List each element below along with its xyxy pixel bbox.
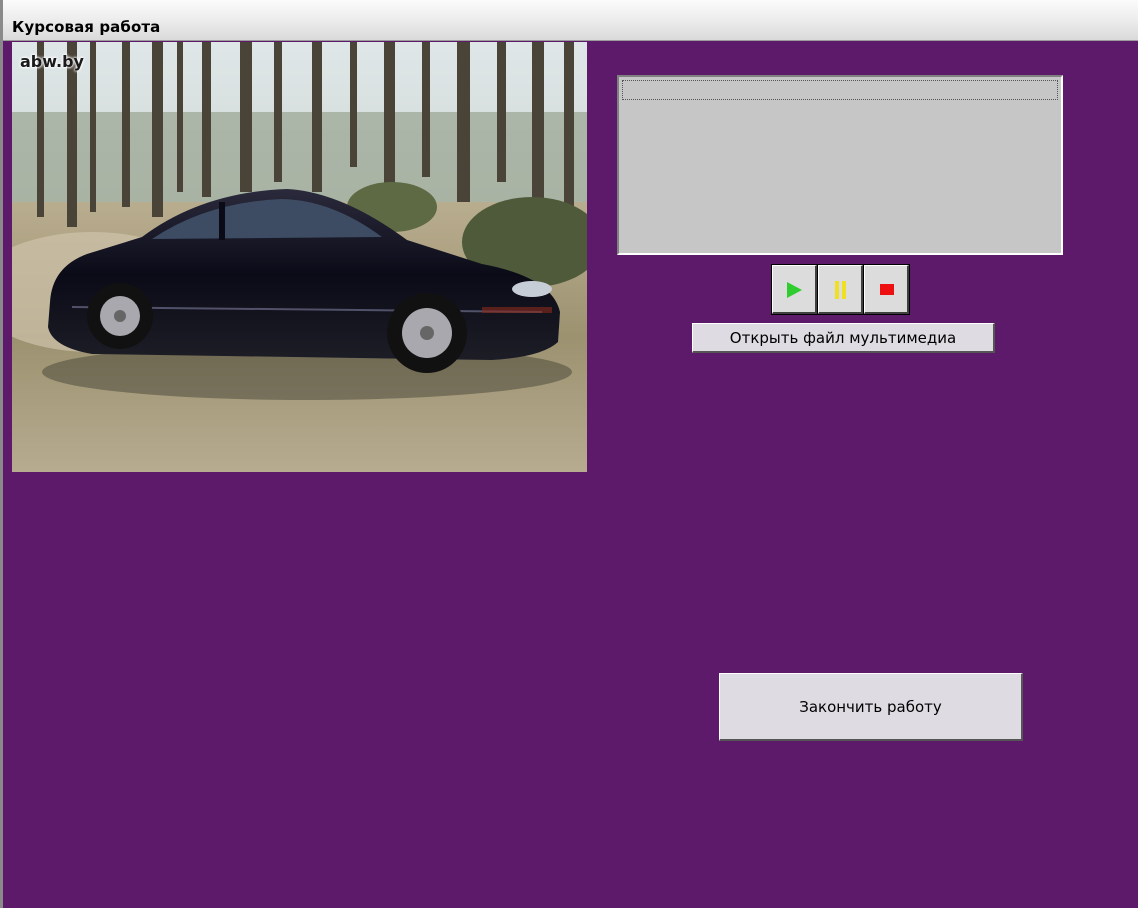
- title-bar[interactable]: Курсовая работа: [3, 0, 1138, 41]
- car-photo: abw.by: [12, 42, 587, 472]
- window-title: Курсовая работа: [12, 18, 161, 36]
- open-media-button[interactable]: Открыть файл мультимедиа: [692, 323, 995, 353]
- play-button[interactable]: [771, 264, 818, 315]
- finish-button[interactable]: Закончить работу: [719, 673, 1023, 741]
- stop-icon: [880, 284, 894, 295]
- play-icon: [787, 282, 802, 298]
- listbox-focus-item[interactable]: [622, 80, 1058, 100]
- pause-button[interactable]: [817, 264, 864, 315]
- photo-watermark: abw.by: [20, 52, 84, 71]
- car-photo-image: [12, 42, 587, 472]
- app-window: Курсовая работа abw.by Открыть файл муль…: [0, 0, 1138, 908]
- stop-button[interactable]: [863, 264, 910, 315]
- playlist-listbox[interactable]: [617, 75, 1063, 255]
